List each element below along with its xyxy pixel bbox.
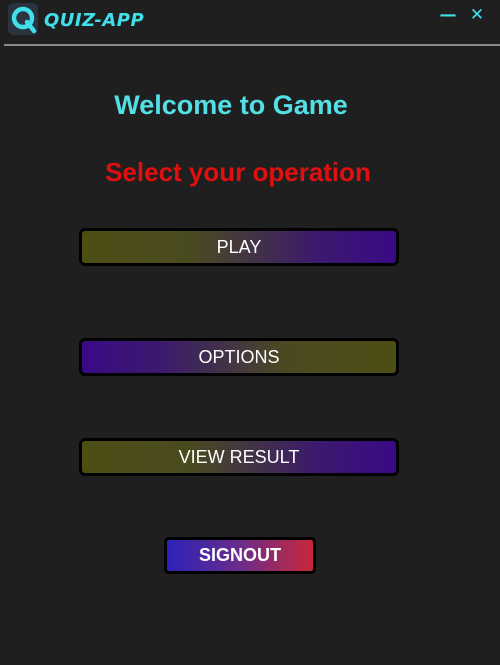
view-result-button[interactable]: VIEW RESULT: [79, 438, 399, 476]
minimize-button[interactable]: —: [437, 4, 459, 26]
play-button[interactable]: PLAY: [79, 228, 399, 266]
title-bar: QUIZ-APP — ✕: [0, 0, 500, 44]
options-button[interactable]: OPTIONS: [79, 338, 399, 376]
close-button[interactable]: ✕: [466, 4, 488, 26]
app-title: QUIZ-APP: [44, 10, 145, 31]
signout-button[interactable]: SIGNOUT: [164, 537, 316, 574]
quiz-logo-icon: [8, 3, 38, 35]
welcome-heading: Welcome to Game: [114, 90, 348, 120]
operation-prompt: Select your operation: [105, 157, 371, 187]
title-divider: [4, 44, 500, 46]
